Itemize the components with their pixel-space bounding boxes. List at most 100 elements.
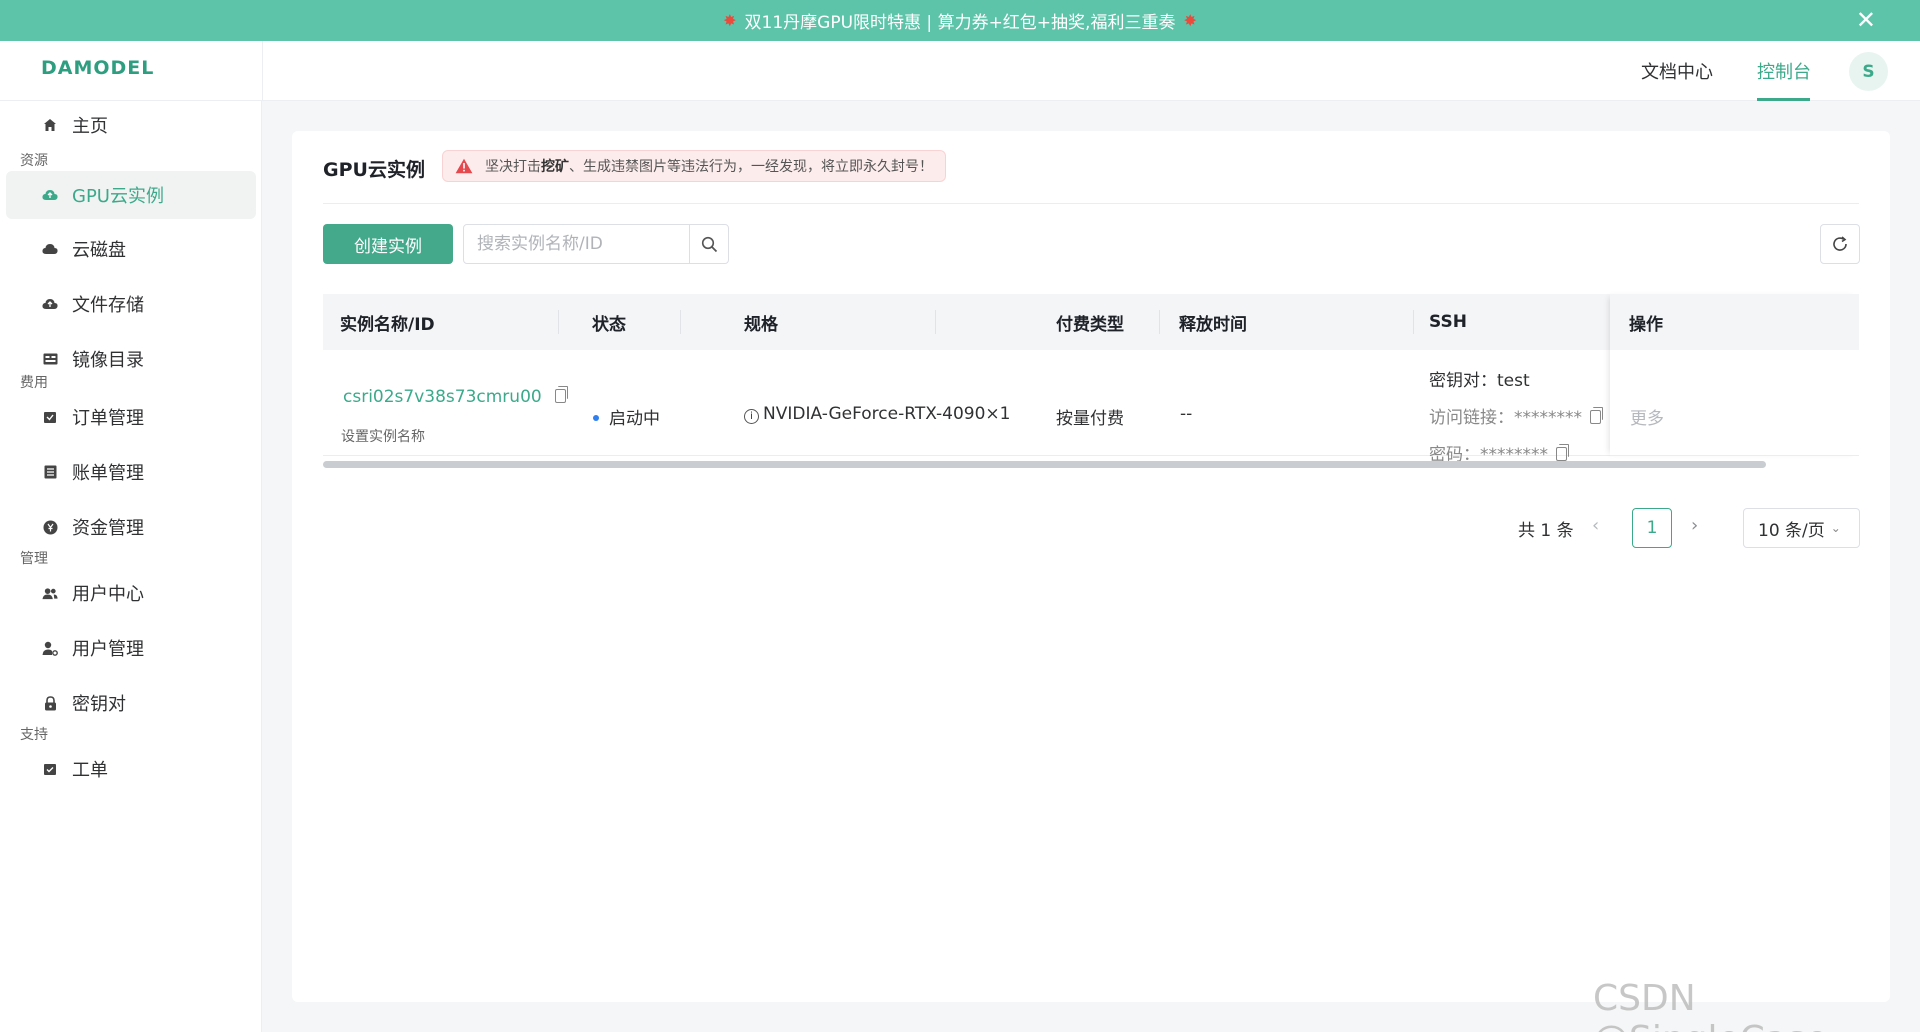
status-cell: 启动中 <box>593 404 660 429</box>
copy-icon[interactable] <box>555 386 569 403</box>
sidebar-item-keypair[interactable]: 密钥对 <box>6 679 256 727</box>
warning-notice: 坚决打击 挖矿 、生成违禁图片等违法行为，一经发现，将立即永久封号！ <box>442 150 946 182</box>
top-header: DAMODEL 文档中心 控制台 S <box>0 41 1920 101</box>
pagination-total: 共 1 条 <box>1518 521 1574 541</box>
sidebar-item-storage[interactable]: 文件存储 <box>6 280 256 328</box>
sidebar-item-user-mgmt[interactable]: 用户管理 <box>6 624 256 672</box>
chevron-left-icon[interactable]: ‹ <box>1592 515 1599 536</box>
column-divider <box>680 310 681 334</box>
instances-panel: GPU云实例 坚决打击 挖矿 、生成违禁图片等违法行为，一经发现，将立即永久封号… <box>292 131 1890 1002</box>
warning-icon <box>455 158 473 174</box>
watermark: CSDN @SingleCase <box>1593 978 1828 1032</box>
status-dot <box>593 415 599 421</box>
sidebar-item-label: 密钥对 <box>72 694 126 715</box>
sidebar-item-label: 工单 <box>72 760 108 781</box>
copy-icon[interactable] <box>1590 407 1603 424</box>
sidebar-item-label: 用户管理 <box>72 639 144 660</box>
search-button[interactable] <box>689 225 728 263</box>
sidebar-item-disk[interactable]: 云磁盘 <box>6 225 256 273</box>
warning-bold: 挖矿 <box>541 159 569 175</box>
col-header-spec: 规格 <box>744 314 778 335</box>
sidebar-item-user-center[interactable]: 用户中心 <box>6 569 256 617</box>
sidebar-item-bills[interactable]: 账单管理 <box>6 448 256 496</box>
ssh-link-label: 访问链接： <box>1429 408 1514 428</box>
bill-icon <box>42 464 58 480</box>
info-icon[interactable]: i <box>744 409 759 424</box>
image-catalog-icon <box>42 351 58 367</box>
col-header-billing: 付费类型 <box>1056 314 1124 335</box>
spec-cell: i NVIDIA-GeForce-RTX-4090×1 <box>744 404 1010 424</box>
ssh-link-value: ******** <box>1514 408 1582 428</box>
nav-active-indicator <box>1757 98 1810 101</box>
nav-console-link[interactable]: 控制台 <box>1757 58 1811 84</box>
copy-icon[interactable] <box>1556 444 1569 461</box>
chevron-right-icon[interactable]: › <box>1691 515 1698 536</box>
sidebar-item-label: 账单管理 <box>72 463 144 484</box>
order-icon <box>42 409 58 425</box>
ssh-keypair: 密钥对：test <box>1429 371 1530 391</box>
sidebar-item-funds[interactable]: 资金管理 <box>6 503 256 551</box>
promo-banner-text[interactable]: 双11丹摩GPU限时特惠 | 算力券+红包+抽奖,福利三重奏 <box>745 8 1176 33</box>
cloud-upload-icon <box>42 296 58 312</box>
instance-id-link[interactable]: csri02s7v38s73cmru00 <box>343 387 542 407</box>
page-size-value: 10 条/页 <box>1758 520 1825 541</box>
horizontal-scrollbar[interactable] <box>323 461 1766 468</box>
cloud-disk-icon <box>42 241 58 257</box>
sidebar: 主页 资源 GPU云实例 云磁盘 文件存储 镜像目录 费用 订单管理 账单管理 … <box>0 101 262 1032</box>
billing-cell: 按量付费 <box>1056 409 1124 429</box>
yen-coin-icon <box>42 519 58 535</box>
set-instance-name-link[interactable]: 设置实例名称 <box>341 426 425 446</box>
instance-id-cell: csri02s7v38s73cmru00 <box>343 386 569 407</box>
sidebar-item-label: 资金管理 <box>72 518 144 539</box>
page-title: GPU云实例 <box>323 159 425 181</box>
ssh-link-row: 访问链接：******** <box>1429 403 1603 428</box>
sidebar-item-label: 主页 <box>72 116 108 137</box>
page-number-button[interactable]: 1 <box>1632 508 1672 548</box>
promo-banner[interactable]: ✸ 双11丹摩GPU限时特惠 | 算力券+红包+抽奖,福利三重奏 ✸ ✕ <box>0 0 1920 41</box>
sidebar-item-orders[interactable]: 订单管理 <box>6 393 256 441</box>
search-icon <box>701 236 717 252</box>
sidebar-item-label: 镜像目录 <box>72 350 144 371</box>
title-divider <box>323 203 1859 204</box>
home-icon <box>42 117 58 133</box>
nav-docs-link[interactable]: 文档中心 <box>1641 58 1713 84</box>
avatar[interactable]: S <box>1849 52 1888 91</box>
create-instance-button[interactable]: 创建实例 <box>323 224 453 264</box>
section-resources: 资源 <box>20 153 48 169</box>
logo[interactable]: DAMODEL <box>41 57 154 79</box>
close-icon[interactable]: ✕ <box>1856 7 1876 33</box>
sidebar-item-home[interactable]: 主页 <box>6 101 256 149</box>
column-divider <box>558 310 559 334</box>
chevron-down-icon: ⌄ <box>1830 521 1841 535</box>
lock-icon <box>42 695 58 711</box>
warning-prefix: 坚决打击 <box>485 159 541 175</box>
user-settings-icon <box>42 640 58 656</box>
users-icon <box>42 585 58 601</box>
col-header-ssh: SSH <box>1429 312 1467 332</box>
ticket-icon <box>42 761 58 777</box>
warning-suffix: 、生成违禁图片等违法行为，一经发现，将立即永久封号！ <box>569 159 933 175</box>
col-header-name: 实例名称/ID <box>340 314 435 335</box>
sidebar-item-label: 用户中心 <box>72 584 144 605</box>
refresh-button[interactable] <box>1820 224 1860 264</box>
search-input[interactable] <box>464 225 689 263</box>
sidebar-item-label: 云磁盘 <box>72 240 126 261</box>
sidebar-item-label: 文件存储 <box>72 295 144 316</box>
spec-text: NVIDIA-GeForce-RTX-4090×1 <box>763 404 1011 424</box>
sidebar-item-label: GPU云实例 <box>72 186 164 207</box>
refresh-icon <box>1833 236 1847 251</box>
section-support: 支持 <box>20 727 48 743</box>
col-header-release: 释放时间 <box>1179 314 1247 335</box>
sidebar-item-gpu[interactable]: GPU云实例 <box>6 171 256 219</box>
sidebar-item-ticket[interactable]: 工单 <box>6 745 256 793</box>
section-management: 管理 <box>20 551 48 567</box>
firework-icon: ✸ <box>723 11 737 30</box>
search-box <box>463 224 729 264</box>
col-header-status: 状态 <box>592 314 626 335</box>
more-actions-link[interactable]: 更多 <box>1630 404 1664 429</box>
section-billing: 费用 <box>20 375 48 391</box>
firework-icon: ✸ <box>1183 11 1197 30</box>
cloud-icon <box>42 187 58 203</box>
status-text: 启动中 <box>609 409 660 429</box>
page-size-select[interactable]: 10 条/页 ⌄ <box>1743 508 1860 548</box>
